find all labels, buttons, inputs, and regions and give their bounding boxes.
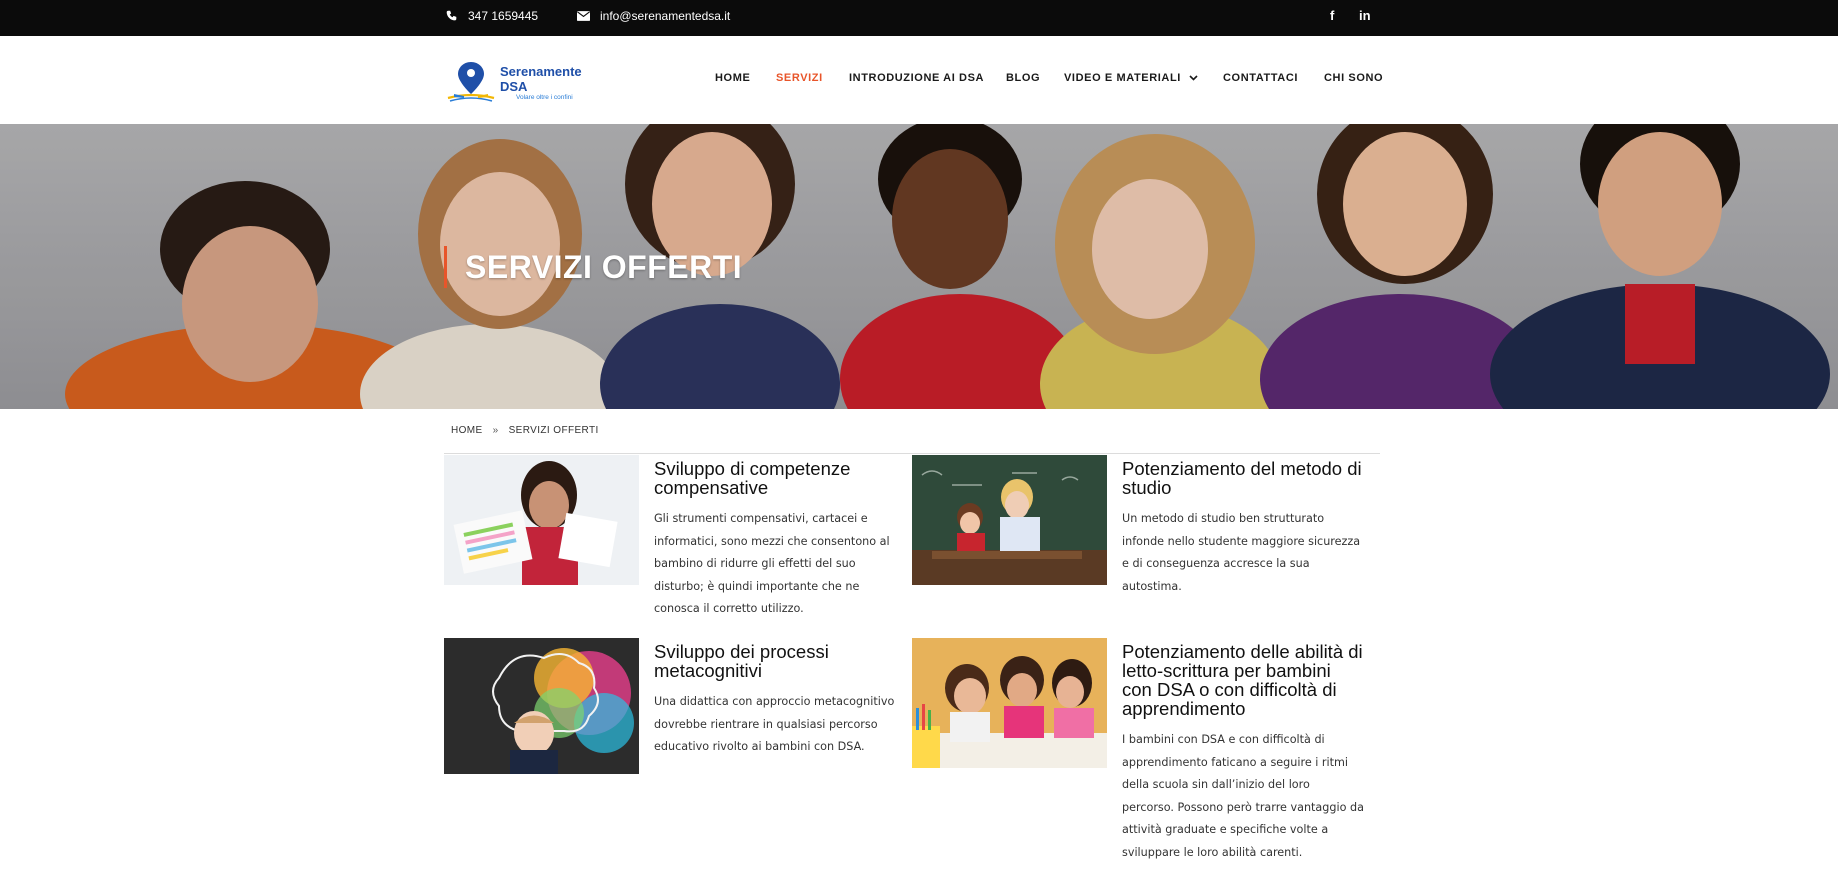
service-description: I bambini con DSA e con difficoltà di ap… [1122, 733, 1364, 859]
breadcrumb: HOME » SERVIZI OFFERTI [451, 425, 599, 436]
nav-blog[interactable]: BLOG [1006, 72, 1040, 84]
service-image-letto-scrittura[interactable] [912, 638, 1107, 768]
service-description: Un metodo di studio ben strutturato info… [1122, 512, 1361, 593]
content-divider [444, 453, 1380, 454]
facebook-icon[interactable]: f [1330, 0, 1334, 31]
nav-servizi[interactable]: SERVIZI [776, 72, 823, 84]
nav-video-e-materiali[interactable]: VIDEO E MATERIALI [1064, 72, 1181, 84]
email-address: info@serenamentedsa.it [600, 8, 731, 23]
breadcrumb-current: SERVIZI OFFERTI [508, 425, 599, 436]
linkedin-icon[interactable]: in [1359, 0, 1371, 31]
phone-number: 347 1659445 [468, 8, 539, 23]
service-image-compensative[interactable] [444, 455, 639, 585]
top-contact-bar: 347 1659445 info@serenamentedsa.it f in [0, 0, 1838, 36]
page-title: SERVIZI OFFERTI [465, 248, 743, 285]
site-header: Serenamente DSA Volare oltre i confini H… [0, 36, 1838, 124]
service-title[interactable]: Potenziamento delle abilità di letto-scr… [1122, 642, 1364, 718]
phone-contact[interactable]: 347 1659445 [444, 0, 538, 31]
service-description: Gli strumenti compensativi, cartacei e i… [654, 512, 890, 615]
breadcrumb-separator: » [492, 425, 499, 436]
nav-introduzione-ai-dsa[interactable]: INTRODUZIONE AI DSA [849, 72, 984, 84]
service-image-metodo-studio[interactable] [912, 455, 1107, 585]
chevron-down-icon[interactable] [1189, 73, 1198, 84]
service-title[interactable]: Sviluppo di competenze compensative [654, 459, 896, 497]
breadcrumb-home[interactable]: HOME [451, 425, 483, 436]
hero-children-photo [0, 124, 1838, 409]
nav-contattaci[interactable]: CONTATTACI [1223, 72, 1298, 84]
service-title[interactable]: Potenziamento del metodo di studio [1122, 459, 1364, 497]
logo-title: Serenamente DSA [500, 63, 582, 94]
phone-icon [444, 9, 458, 23]
service-image-metacognitivi[interactable] [444, 638, 639, 774]
hero-title-block: SERVIZI OFFERTI [444, 246, 742, 288]
envelope-icon [576, 9, 590, 23]
logo-pin-icon [444, 58, 498, 106]
site-logo[interactable]: Serenamente DSA Volare oltre i confini [444, 58, 604, 106]
hero-banner: SERVIZI OFFERTI [0, 124, 1838, 409]
nav-chi-sono[interactable]: CHI SONO [1324, 72, 1383, 84]
service-title[interactable]: Sviluppo dei processi metacognitivi [654, 642, 896, 680]
nav-home[interactable]: HOME [715, 72, 750, 84]
email-contact[interactable]: info@serenamentedsa.it [576, 0, 730, 31]
logo-tagline: Volare oltre i confini [516, 93, 573, 101]
service-description: Una didattica con approccio metacognitiv… [654, 695, 895, 753]
